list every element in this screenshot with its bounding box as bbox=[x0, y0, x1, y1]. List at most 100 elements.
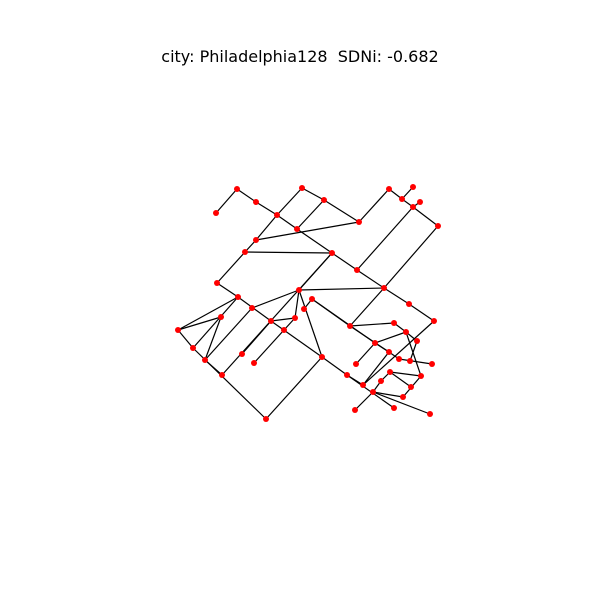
street-edge bbox=[349, 287, 385, 327]
intersection-node bbox=[406, 301, 412, 307]
street-edge bbox=[356, 206, 414, 271]
intersection-node bbox=[301, 306, 307, 312]
street-edge bbox=[301, 187, 325, 201]
intersection-node bbox=[321, 197, 327, 203]
intersection-node bbox=[319, 354, 325, 360]
intersection-node bbox=[299, 185, 305, 191]
intersection-node bbox=[202, 357, 208, 363]
intersection-node bbox=[274, 212, 280, 218]
street-edge bbox=[311, 298, 376, 344]
street-edge bbox=[409, 340, 418, 362]
intersection-node bbox=[281, 327, 287, 333]
street-edge bbox=[244, 251, 333, 254]
street-edge bbox=[296, 199, 325, 230]
street-edge bbox=[412, 206, 439, 227]
intersection-node bbox=[408, 384, 414, 390]
street-edge bbox=[255, 201, 278, 216]
street-edge bbox=[356, 269, 385, 289]
intersection-node bbox=[242, 249, 248, 255]
intersection-node bbox=[190, 345, 196, 351]
intersection-node bbox=[234, 186, 240, 192]
intersection-node bbox=[410, 184, 416, 190]
street-edge bbox=[276, 187, 303, 216]
intersection-node bbox=[251, 360, 257, 366]
street-edge bbox=[192, 296, 239, 349]
street-edge bbox=[255, 214, 278, 241]
street-edge bbox=[354, 391, 374, 411]
intersection-node bbox=[386, 186, 392, 192]
street-edge bbox=[298, 287, 385, 291]
intersection-node bbox=[253, 199, 259, 205]
street-edge bbox=[255, 221, 360, 241]
street-edge bbox=[349, 322, 395, 327]
intersection-node bbox=[381, 285, 387, 291]
intersection-node bbox=[239, 351, 245, 357]
figure-canvas: city: Philadelphia128 SDNi: -0.682 bbox=[0, 0, 600, 600]
intersection-node bbox=[360, 382, 366, 388]
street-edge bbox=[358, 188, 390, 223]
street-edge bbox=[408, 303, 435, 322]
intersection-node bbox=[329, 250, 335, 256]
intersection-node bbox=[294, 226, 300, 232]
street-edge bbox=[270, 320, 323, 358]
street-edge bbox=[236, 188, 257, 203]
intersection-node bbox=[391, 405, 397, 411]
street-edge bbox=[323, 199, 360, 223]
street-edge bbox=[331, 252, 358, 271]
intersection-node bbox=[347, 323, 353, 329]
intersection-node bbox=[268, 318, 274, 324]
intersection-node bbox=[219, 372, 225, 378]
street-edge bbox=[296, 228, 333, 254]
street-edge bbox=[204, 359, 223, 376]
street-edge bbox=[251, 289, 300, 309]
intersection-node bbox=[399, 196, 405, 202]
intersection-node bbox=[354, 267, 360, 273]
street-edge bbox=[177, 329, 194, 349]
street-edge bbox=[204, 316, 222, 361]
street-edge bbox=[216, 282, 239, 298]
street-edge bbox=[215, 188, 238, 214]
intersection-node bbox=[214, 280, 220, 286]
intersection-node bbox=[353, 361, 359, 367]
intersection-node bbox=[417, 199, 423, 205]
intersection-node bbox=[387, 369, 393, 375]
intersection-node bbox=[352, 407, 358, 413]
intersection-node bbox=[391, 320, 397, 326]
street-edge bbox=[321, 356, 348, 376]
intersection-node bbox=[431, 318, 437, 324]
intersection-node bbox=[309, 296, 315, 302]
intersection-node bbox=[396, 356, 402, 362]
intersection-node bbox=[418, 373, 424, 379]
intersection-node bbox=[175, 327, 181, 333]
intersection-node bbox=[263, 416, 269, 422]
street-edge bbox=[216, 251, 246, 284]
street-edge bbox=[204, 307, 253, 361]
intersection-node bbox=[427, 411, 433, 417]
intersection-node bbox=[410, 204, 416, 210]
intersection-node bbox=[400, 394, 406, 400]
intersection-node bbox=[370, 389, 376, 395]
intersection-node bbox=[344, 372, 350, 378]
intersection-node bbox=[249, 305, 255, 311]
intersection-node bbox=[407, 358, 413, 364]
street-network-graph bbox=[175, 184, 441, 422]
intersection-node bbox=[218, 314, 224, 320]
street-edge bbox=[383, 225, 439, 289]
street-edge bbox=[276, 214, 298, 230]
street-edge bbox=[374, 331, 407, 344]
intersection-node bbox=[386, 349, 392, 355]
street-edge bbox=[383, 287, 410, 305]
intersection-node bbox=[403, 329, 409, 335]
street-edge bbox=[362, 351, 390, 386]
intersection-node bbox=[235, 294, 241, 300]
street-edge bbox=[355, 342, 376, 365]
intersection-node bbox=[213, 210, 219, 216]
street-edge bbox=[265, 356, 323, 420]
intersection-node bbox=[253, 237, 259, 243]
intersection-node bbox=[378, 378, 384, 384]
intersection-node bbox=[372, 340, 378, 346]
intersection-node bbox=[435, 223, 441, 229]
street-edge bbox=[221, 252, 333, 376]
intersection-node bbox=[356, 219, 362, 225]
street-edge bbox=[177, 296, 239, 331]
